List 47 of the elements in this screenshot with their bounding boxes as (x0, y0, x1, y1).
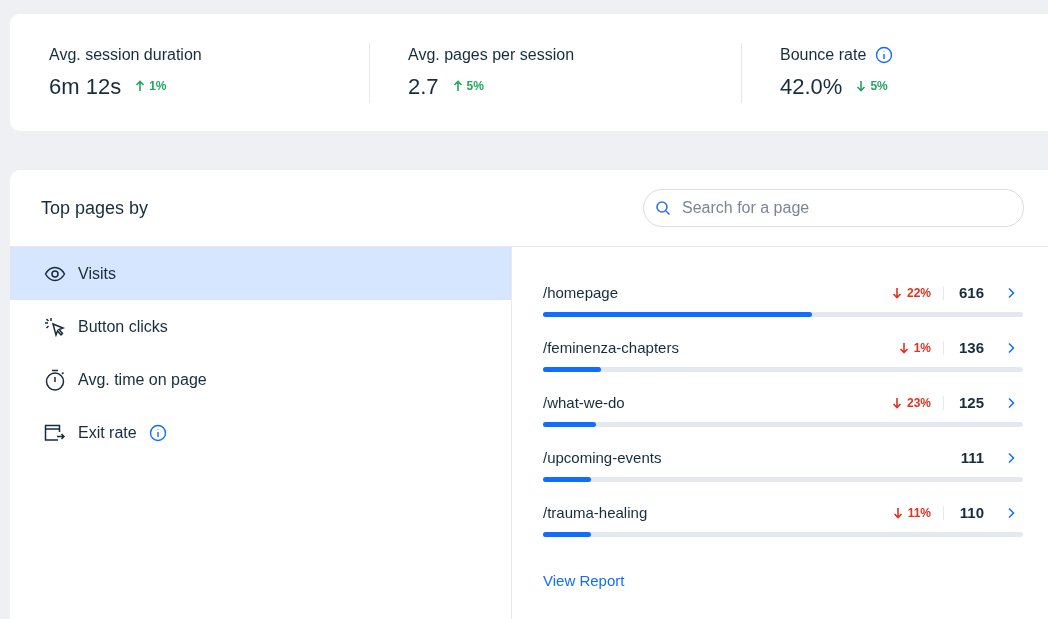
view-report-link[interactable]: View Report (543, 570, 625, 593)
search-icon (655, 200, 671, 216)
visit-count: 111 (959, 447, 984, 468)
chevron-right-icon[interactable] (1007, 287, 1015, 299)
exit-window-icon (44, 422, 66, 443)
trend-percent: 5% (870, 78, 888, 95)
cursor-click-icon (44, 316, 66, 337)
visit-count: 136 (957, 337, 984, 358)
sidebar-item[interactable]: Visits (10, 247, 511, 300)
visit-count: 616 (957, 282, 984, 303)
arrow-down-icon (891, 397, 902, 409)
visit-count: 125 (957, 392, 984, 413)
change-percent: 23% (906, 395, 931, 412)
chevron-right-icon[interactable] (1007, 452, 1015, 464)
info-icon[interactable] (148, 423, 167, 442)
change-percent: 11% (907, 505, 931, 522)
metric-value: 42.0% (780, 72, 843, 101)
arrow-down-icon (898, 342, 909, 354)
stopwatch-icon (44, 368, 66, 391)
sidebar-item-label: Visits (78, 263, 116, 284)
arrow-down-icon (892, 507, 903, 519)
page-path: /upcoming-events (543, 447, 663, 468)
chevron-right-icon[interactable] (1007, 397, 1015, 409)
chevron-right-icon[interactable] (1007, 507, 1015, 519)
metric-label: Avg. session duration (49, 44, 202, 65)
sidebar-item-label: Button clicks (78, 316, 168, 337)
page-path: /trauma-healing (543, 502, 649, 523)
change-percent: 22% (906, 285, 931, 302)
metric-label: Bounce rate (780, 44, 867, 65)
sidebar-item-label: Exit rate (78, 422, 137, 443)
page-path: /what-we-do (543, 392, 626, 413)
metric-value: 6m 12s (49, 72, 122, 101)
section-title: Top pages by (41, 196, 149, 220)
metric-value: 2.7 (408, 72, 439, 101)
chevron-right-icon[interactable] (1007, 342, 1015, 354)
arrow-down-icon (891, 287, 902, 299)
trend-percent: 5% (466, 78, 484, 95)
trend-percent: 1% (149, 78, 167, 95)
page-path: /feminenza-chapters (543, 337, 680, 358)
eye-icon (44, 265, 66, 282)
metric-label: Avg. pages per session (408, 44, 575, 65)
visit-count: 110 (958, 502, 984, 523)
page-path: /homepage (543, 282, 620, 303)
search-field[interactable]: Search for a page (643, 189, 1024, 227)
info-icon[interactable] (875, 45, 894, 64)
sidebar-item-label: Avg. time on page (78, 369, 207, 390)
change-percent: 1% (913, 340, 931, 357)
